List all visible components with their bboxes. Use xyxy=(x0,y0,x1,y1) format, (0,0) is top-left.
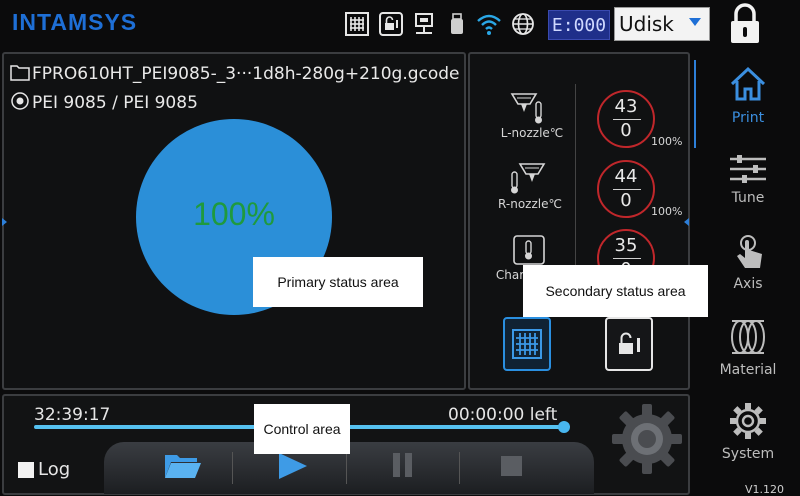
grid-view-button[interactable] xyxy=(503,317,551,371)
temp-percent: 100% xyxy=(651,205,683,218)
left-edge-marker xyxy=(2,218,7,226)
temp-label-right-nozzle: R-nozzle℃ xyxy=(498,197,562,211)
globe-icon[interactable] xyxy=(510,11,536,37)
firmware-version: V1.120 xyxy=(745,483,785,496)
hand-icon xyxy=(737,235,762,268)
progress-percent: 100% xyxy=(193,196,275,232)
temp-percent: 100% xyxy=(651,135,683,148)
right-edge-marker xyxy=(684,218,689,226)
nav-active-indicator xyxy=(694,60,696,148)
folder-icon xyxy=(10,63,30,86)
home-icon xyxy=(730,66,766,101)
lock-card-icon xyxy=(619,332,640,354)
divider xyxy=(346,452,347,484)
temp-current: 44 xyxy=(614,166,638,187)
grid-icon xyxy=(512,329,542,359)
control-area-callout: Control area xyxy=(254,404,350,454)
settings-gear-button[interactable] xyxy=(610,402,684,476)
pause-button[interactable] xyxy=(391,452,415,482)
nav-axis-label: Axis xyxy=(733,276,763,292)
nav-print[interactable]: Print xyxy=(712,64,784,126)
brand-logo: INTAMSYS xyxy=(12,9,138,35)
file-name: FPRO610HT_PEI9085-_3···1d8h-280g+210g.gc… xyxy=(32,64,460,84)
storage-select-value: Udisk xyxy=(619,12,674,36)
nozzle-icon xyxy=(508,162,548,200)
nav-system[interactable]: System xyxy=(712,402,784,462)
material-row: PEI 9085 / PEI 9085 xyxy=(10,92,198,115)
secondary-status-panel xyxy=(468,52,690,390)
remaining-time: 00:00:00 left xyxy=(448,405,558,425)
file-name-row: FPRO610HT_PEI9085-_3···1d8h-280g+210g.gc… xyxy=(10,63,460,86)
lock-icon[interactable] xyxy=(722,2,768,46)
gear-icon xyxy=(730,403,766,439)
nav-print-label: Print xyxy=(731,110,765,126)
temp-label-left-nozzle: L-nozzle℃ xyxy=(500,126,564,140)
nav-axis[interactable]: Axis xyxy=(712,234,784,292)
nav-tune-label: Tune xyxy=(731,190,765,206)
ethernet-icon[interactable] xyxy=(412,11,438,37)
temp-current: 43 xyxy=(614,96,638,117)
gear-icon xyxy=(612,404,682,474)
stop-button[interactable] xyxy=(500,455,524,481)
temp-target: 0 xyxy=(620,120,632,141)
door-lock-button[interactable] xyxy=(605,317,653,371)
spool-icon xyxy=(10,92,30,115)
temp-ring-left-nozzle[interactable]: 43 0 xyxy=(597,90,655,148)
divider xyxy=(232,452,233,484)
wifi-icon[interactable] xyxy=(476,11,502,37)
divider xyxy=(459,452,460,484)
storage-select[interactable]: Udisk xyxy=(614,7,710,41)
temp-ring-right-nozzle[interactable]: 44 0 xyxy=(597,160,655,218)
secondary-status-callout: Secondary status area xyxy=(523,265,708,317)
sliders-icon xyxy=(730,155,766,183)
folder-open-icon xyxy=(165,455,201,478)
play-icon xyxy=(279,453,307,479)
nav-system-label: System xyxy=(721,446,775,462)
nav-material-label: Material xyxy=(719,362,777,378)
temp-target: 0 xyxy=(620,190,632,211)
stop-icon xyxy=(501,456,522,476)
spool-icon xyxy=(731,320,765,354)
pause-icon xyxy=(393,453,412,477)
primary-status-callout: Primary status area xyxy=(253,257,423,307)
material-name: PEI 9085 / PEI 9085 xyxy=(32,93,198,113)
elapsed-time: 32:39:17 xyxy=(34,405,111,425)
temp-current: 35 xyxy=(614,235,638,256)
nav-tune[interactable]: Tune xyxy=(712,154,784,206)
usb-icon[interactable] xyxy=(444,11,470,37)
chevron-down-icon[interactable] xyxy=(689,18,701,26)
checkbox-box[interactable] xyxy=(18,461,34,478)
e-counter: E:000 xyxy=(548,10,610,40)
log-label: Log xyxy=(38,459,71,480)
nozzle-icon xyxy=(508,92,548,130)
open-folder-button[interactable] xyxy=(163,451,203,485)
progress-knob[interactable] xyxy=(558,421,570,433)
nav-material[interactable]: Material xyxy=(712,318,784,378)
log-checkbox[interactable]: Log xyxy=(18,459,70,480)
grid-icon[interactable] xyxy=(344,11,370,37)
play-button[interactable] xyxy=(276,452,310,484)
lock-card-icon[interactable] xyxy=(378,11,404,37)
